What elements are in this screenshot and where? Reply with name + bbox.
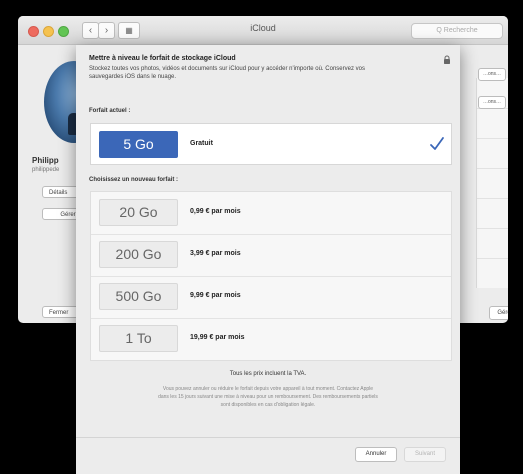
options-button[interactable]: …ons… bbox=[478, 96, 506, 109]
plan-size: 500 Go bbox=[99, 283, 178, 310]
plan-price: 3,99 € par mois bbox=[190, 250, 241, 257]
plan-price: 9,99 € par mois bbox=[190, 292, 241, 299]
user-name: Philipp bbox=[32, 156, 59, 165]
upgrade-storage-sheet: Mettre à niveau le forfait de stockage i… bbox=[76, 45, 460, 474]
manage-storage-button[interactable]: Gérer bbox=[489, 306, 508, 320]
plan-size: 20 Go bbox=[99, 199, 178, 226]
current-plan-row[interactable]: 5 Go Gratuit bbox=[90, 123, 452, 165]
options-button[interactable]: …ons… bbox=[478, 68, 506, 81]
footer-divider bbox=[76, 437, 460, 438]
sheet-description: Stockez toutes vos photos, vidéos et doc… bbox=[89, 66, 365, 80]
list-divider bbox=[477, 228, 508, 229]
plan-row-200go[interactable]: 200 Go 3,99 € par mois bbox=[91, 234, 451, 277]
list-divider bbox=[477, 168, 508, 169]
checkmark-icon bbox=[430, 137, 444, 150]
list-divider bbox=[477, 258, 508, 259]
plan-price: 0,99 € par mois bbox=[190, 208, 241, 215]
plan-size: 200 Go bbox=[99, 241, 178, 268]
search-field[interactable]: Q Recherche bbox=[411, 23, 503, 39]
plan-row-500go[interactable]: 500 Go 9,99 € par mois bbox=[91, 276, 451, 319]
plan-size: 1 To bbox=[99, 325, 178, 352]
tax-note: Tous les prix incluent la TVA. bbox=[229, 371, 307, 377]
list-divider bbox=[477, 198, 508, 199]
user-id: philippede bbox=[32, 167, 60, 173]
new-plan-label: Choisissez un nouveau forfait : bbox=[89, 177, 179, 183]
plan-list: 20 Go 0,99 € par mois 200 Go 3,99 € par … bbox=[90, 191, 452, 361]
plan-row-20go[interactable]: 20 Go 0,99 € par mois bbox=[91, 192, 451, 235]
plan-price: 19,99 € par mois bbox=[190, 334, 245, 341]
next-button[interactable]: Suivant bbox=[404, 447, 446, 462]
lock-icon bbox=[444, 55, 450, 64]
services-list bbox=[476, 78, 508, 288]
cancel-button[interactable]: Annuler bbox=[355, 447, 397, 462]
current-plan-label: Forfait actuel : bbox=[89, 108, 131, 114]
refund-fine-print: Vous pouvez annuler ou réduire le forfai… bbox=[158, 386, 378, 408]
titlebar: ‹ › ▦ iCloud Q Recherche bbox=[18, 16, 508, 45]
plan-row-1to[interactable]: 1 To 19,99 € par mois bbox=[91, 318, 451, 360]
current-plan-price: Gratuit bbox=[190, 140, 213, 147]
sheet-title: Mettre à niveau le forfait de stockage i… bbox=[89, 55, 236, 62]
current-plan-size: 5 Go bbox=[99, 131, 178, 158]
list-divider bbox=[477, 138, 508, 139]
